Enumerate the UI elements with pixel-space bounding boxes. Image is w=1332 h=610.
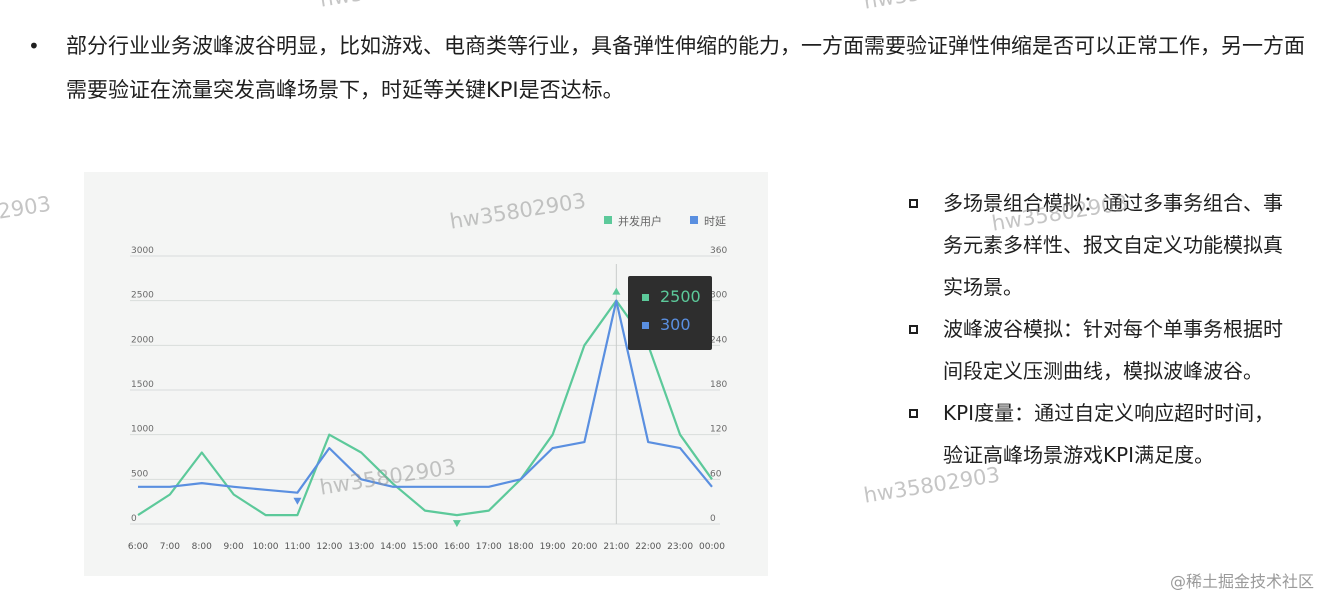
y-right-tick-label: 0 (710, 514, 716, 524)
intro-bullet: • 部分行业业务波峰波谷明显，比如游戏、电商类等行业，具备弹性伸缩的能力，一方面… (28, 24, 1318, 112)
x-tick-label: 21:00 (603, 542, 629, 552)
extreme-marker (293, 497, 302, 505)
y-left-tick-label: 3000 (131, 246, 154, 256)
feature-text: 多场景组合模拟：通过多事务组合、事务元素多样性、报文自定义功能模拟真实场景。 (943, 191, 1283, 299)
series-line (138, 299, 713, 494)
tooltip-swatch (642, 322, 649, 329)
line-chart-panel: 0 0 500 60 1000 120 1500 180 2000 240 2500 300 3000 3… (84, 172, 768, 576)
feature-item-peak: 波峰波谷模拟：针对每个单事务根据时间段定义压测曲线，模拟波峰波谷。 (905, 308, 1315, 392)
tooltip-value: 300 (660, 315, 691, 334)
x-tick-label: 9:00 (224, 542, 244, 552)
x-tick-label: 8:00 (192, 542, 212, 552)
y-left-tick-label: 2000 (131, 335, 154, 345)
legend-swatch (690, 216, 698, 224)
x-tick-label: 00:00 (699, 542, 725, 552)
x-tick-label: 14:00 (380, 542, 406, 552)
legend-label: 时延 (704, 215, 726, 228)
y-right-tick-label: 180 (710, 380, 727, 390)
bullet-marker: • (28, 34, 40, 58)
x-tick-label: 6:00 (128, 542, 148, 552)
y-left-tick-label: 1500 (131, 380, 154, 390)
x-tick-label: 10:00 (253, 542, 279, 552)
y-right-tick-label: 360 (710, 246, 727, 256)
feature-item-kpi: KPI度量：通过自定义响应超时时间，验证高峰场景游戏KPI满足度。 (905, 392, 1315, 476)
square-bullet-icon (909, 199, 918, 208)
x-tick-label: 12:00 (316, 542, 342, 552)
tooltip-swatch (642, 294, 649, 301)
legend-label: 并发用户 (618, 214, 662, 228)
y-right-tick-label: 120 (710, 425, 727, 435)
y-right-tick-label: 300 (710, 291, 727, 301)
intro-text: 部分行业业务波峰波谷明显，比如游戏、电商类等行业，具备弹性伸缩的能力，一方面需要… (66, 34, 1305, 102)
watermark: 2903 (0, 191, 53, 224)
x-tick-label: 22:00 (635, 542, 661, 552)
y-left-tick-label: 500 (131, 469, 148, 479)
tooltip-value: 2500 (660, 287, 701, 306)
footer-brand: @稀土掘金技术社区 (1169, 572, 1314, 591)
extreme-marker (612, 287, 621, 295)
y-left-tick-label: 0 (131, 514, 137, 524)
square-bullet-icon (909, 409, 918, 418)
x-tick-label: 17:00 (476, 542, 502, 552)
x-tick-label: 19:00 (540, 542, 566, 552)
x-tick-label: 20:00 (571, 542, 597, 552)
x-tick-label: 7:00 (160, 542, 180, 552)
feature-text: KPI度量：通过自定义响应超时时间，验证高峰场景游戏KPI满足度。 (943, 401, 1275, 467)
y-left-tick-label: 1000 (131, 425, 154, 435)
x-tick-label: 23:00 (667, 542, 693, 552)
x-tick-label: 11:00 (284, 542, 310, 552)
feature-text: 波峰波谷模拟：针对每个单事务根据时间段定义压测曲线，模拟波峰波谷。 (943, 317, 1283, 383)
y-right-tick-label: 240 (710, 335, 727, 345)
watermark: hw35802903 (862, 0, 1001, 14)
legend-swatch (604, 216, 612, 224)
x-tick-label: 16:00 (444, 542, 470, 552)
square-bullet-icon (909, 325, 918, 334)
y-left-tick-label: 2500 (131, 291, 154, 301)
x-tick-label: 13:00 (348, 542, 374, 552)
feature-list: 多场景组合模拟：通过多事务组合、事务元素多样性、报文自定义功能模拟真实场景。 波… (905, 182, 1315, 476)
line-chart: 0 0500 601000 1201500 1802000 2402500 3003000 3… (128, 214, 728, 552)
x-tick-label: 18:00 (508, 542, 534, 552)
watermark: hw35802903 (318, 0, 457, 12)
feature-item-scenario: 多场景组合模拟：通过多事务组合、事务元素多样性、报文自定义功能模拟真实场景。 (905, 182, 1315, 308)
x-tick-label: 15:00 (412, 542, 438, 552)
series-line (137, 299, 713, 517)
